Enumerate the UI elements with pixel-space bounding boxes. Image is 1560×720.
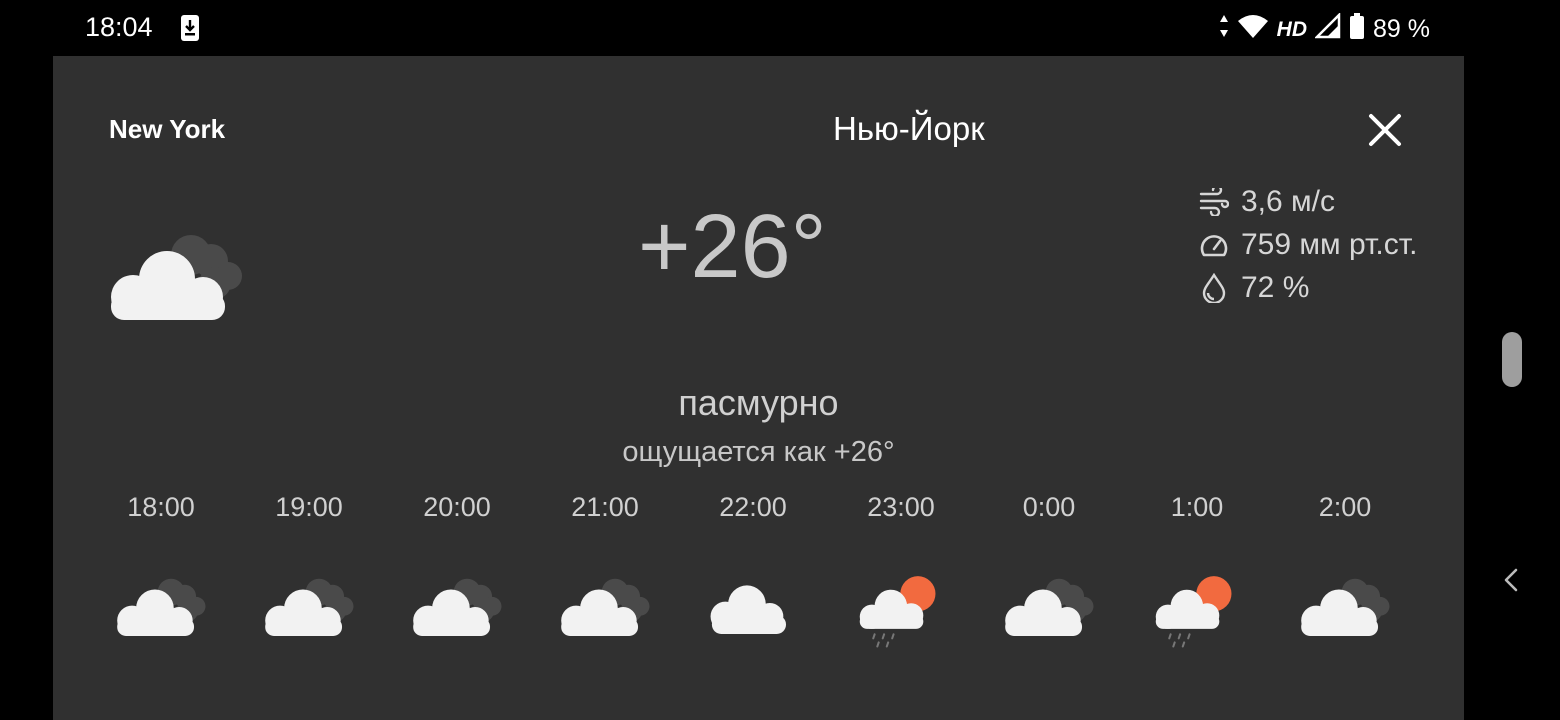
hour-time: 22:00 <box>719 492 787 522</box>
hourly-item: 2:00 <box>1271 492 1419 653</box>
battery-percent: 89 % <box>1373 15 1430 43</box>
download-icon <box>178 13 202 48</box>
status-bar: 18:04 4 HD 89 % <box>0 0 1560 56</box>
hour-time: 2:00 <box>1318 492 1372 522</box>
cloudy-icon <box>113 576 209 643</box>
humidity-drop-icon <box>1202 272 1226 303</box>
close-icon <box>1369 114 1401 146</box>
city-name-english: New York <box>109 114 226 144</box>
cloudy-icon <box>105 231 247 328</box>
network-type: HD <box>1276 17 1308 41</box>
signal-icon <box>1313 11 1341 46</box>
hour-time: 18:00 <box>127 492 195 522</box>
hourly-item: 18:00 <box>87 492 235 653</box>
pressure-metric: 759 мм рт.ст. <box>1199 223 1418 266</box>
wifi-icon: 4 <box>1237 13 1269 46</box>
pressure-value: 759 мм рт.ст. <box>1241 227 1418 261</box>
hourly-item: 21:00 <box>531 492 679 653</box>
cloudy-icon <box>557 576 653 643</box>
wind-icon <box>1199 187 1229 216</box>
cloudy-icon <box>261 576 357 643</box>
current-temperature: +26° <box>638 197 827 297</box>
hourly-item: 0:00 <box>975 492 1123 653</box>
hourly-item: 1:00 <box>1123 492 1271 653</box>
back-chevron-icon[interactable] <box>1500 566 1522 599</box>
sun-cloud-rain-icon <box>853 576 949 653</box>
data-arrows-icon <box>1219 14 1229 45</box>
status-time: 18:04 <box>85 12 153 42</box>
hour-time: 1:00 <box>1170 492 1224 522</box>
hour-time: 20:00 <box>423 492 491 522</box>
close-button[interactable] <box>1365 110 1405 150</box>
humidity-metric: 72 % <box>1199 266 1418 309</box>
hour-time: 0:00 <box>1022 492 1076 522</box>
cloudy-icon <box>409 576 505 643</box>
weather-metrics: 3,6 м/с 759 мм рт.ст. 72 % <box>1199 180 1418 309</box>
sun-cloud-rain-icon <box>1149 576 1245 653</box>
hour-time: 19:00 <box>275 492 343 522</box>
weather-card: New York Нью-Йорк +26° 3,6 м/с 759 мм рт… <box>53 56 1464 720</box>
svg-text:4: 4 <box>1257 29 1263 39</box>
city-name-russian: Нью-Йорк <box>833 110 985 147</box>
hourly-forecast: 18:00 19:00 20:00 21:00 22:00 23:00 0:00… <box>87 492 1419 653</box>
scroll-handle[interactable] <box>1502 332 1522 387</box>
pressure-gauge-icon <box>1200 234 1228 256</box>
hour-time: 21:00 <box>571 492 639 522</box>
hour-time: 23:00 <box>867 492 935 522</box>
wind-value: 3,6 м/с <box>1241 184 1335 218</box>
cloud-icon <box>705 576 801 643</box>
humidity-value: 72 % <box>1241 270 1310 304</box>
hourly-item: 22:00 <box>679 492 827 653</box>
hourly-item: 23:00 <box>827 492 975 653</box>
hourly-item: 19:00 <box>235 492 383 653</box>
weather-condition: пасмурно <box>678 382 839 423</box>
cloudy-icon <box>1001 576 1097 643</box>
feels-like: ощущается как +26° <box>622 436 895 468</box>
hourly-item: 20:00 <box>383 492 531 653</box>
battery-icon <box>1349 12 1365 47</box>
cloudy-icon <box>1297 576 1393 643</box>
wind-metric: 3,6 м/с <box>1199 180 1418 223</box>
